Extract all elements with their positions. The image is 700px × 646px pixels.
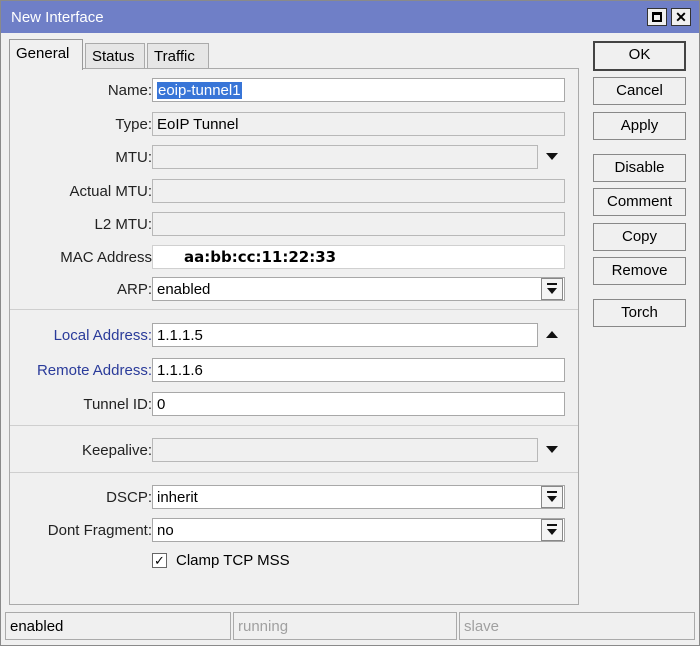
checkmark-icon: ✓ <box>154 553 165 568</box>
type-label: Type: <box>115 116 152 133</box>
remote-address-row: Remote Address: 1.1.1.6 <box>10 358 578 384</box>
dropdown-bar-icon <box>547 491 557 493</box>
apply-button[interactable]: Apply <box>593 112 686 140</box>
actual-mtu-field <box>152 179 565 203</box>
keepalive-expand-icon[interactable] <box>546 446 558 453</box>
section-divider <box>10 425 578 426</box>
torch-button[interactable]: Torch <box>593 299 686 327</box>
chevron-down-icon <box>547 288 557 294</box>
tab-status[interactable]: Status <box>85 43 145 69</box>
name-value: eoip-tunnel1 <box>157 82 242 99</box>
mtu-row: MTU: <box>10 145 578 171</box>
clamp-tcp-mss-label: Clamp TCP MSS <box>176 552 290 569</box>
mac-address-value: aa:bb:cc:11:22:33 <box>184 248 337 266</box>
tunnel-id-input[interactable]: 0 <box>152 392 565 416</box>
type-row: Type: EoIP Tunnel <box>10 112 578 138</box>
general-panel: Name: eoip-tunnel1 Type: EoIP Tunnel MTU… <box>9 68 579 605</box>
name-label: Name: <box>107 82 152 99</box>
comment-button[interactable]: Comment <box>593 188 686 216</box>
chevron-down-icon <box>547 529 557 535</box>
disable-button[interactable]: Disable <box>593 154 686 182</box>
status-bar: enabled running slave <box>5 612 697 642</box>
cancel-button[interactable]: Cancel <box>593 77 686 105</box>
dont-fragment-select[interactable]: no <box>152 518 565 542</box>
maximize-icon <box>652 12 662 22</box>
remote-address-input[interactable]: 1.1.1.6 <box>152 358 565 382</box>
dont-fragment-dropdown-button[interactable] <box>541 519 563 541</box>
section-divider <box>10 309 578 310</box>
title-bar[interactable]: New Interface ✕ <box>1 1 699 33</box>
local-address-input[interactable]: 1.1.1.5 <box>152 323 538 347</box>
dropdown-bar-icon <box>547 524 557 526</box>
status-enabled: enabled <box>5 612 231 640</box>
window-title: New Interface <box>11 9 104 26</box>
name-input[interactable]: eoip-tunnel1 <box>152 78 565 102</box>
name-row: Name: eoip-tunnel1 <box>10 78 578 104</box>
arp-dropdown-button[interactable] <box>541 278 563 300</box>
remove-button[interactable]: Remove <box>593 257 686 285</box>
arp-label: ARP: <box>116 281 152 298</box>
mac-address-row: MAC Address aa:bb:cc:11:22:33 <box>10 245 578 271</box>
section-divider <box>10 472 578 473</box>
keepalive-row: Keepalive: <box>10 438 578 464</box>
maximize-button[interactable] <box>647 8 667 26</box>
local-address-row: Local Address: 1.1.1.5 <box>10 323 578 349</box>
dont-fragment-row: Dont Fragment: no <box>10 518 578 544</box>
new-interface-window: New Interface ✕ General Status Traffic N… <box>0 0 700 646</box>
keepalive-label: Keepalive: <box>81 442 152 459</box>
arp-row: ARP: enabled <box>10 277 578 303</box>
mac-address-label: MAC Address <box>60 249 152 266</box>
keepalive-input[interactable] <box>152 438 538 462</box>
dont-fragment-label: Dont Fragment: <box>47 522 152 539</box>
status-slave: slave <box>459 612 695 640</box>
clamp-tcp-mss-checkbox[interactable]: ✓ <box>152 553 167 568</box>
arp-select[interactable]: enabled <box>152 277 565 301</box>
tab-general[interactable]: General <box>9 39 83 70</box>
local-address-label: Local Address: <box>53 327 152 344</box>
tunnel-id-row: Tunnel ID: 0 <box>10 392 578 418</box>
mtu-label: MTU: <box>115 149 152 166</box>
ok-button[interactable]: OK <box>593 41 686 71</box>
mtu-expand-icon[interactable] <box>546 153 558 160</box>
dscp-row: DSCP: inherit <box>10 485 578 511</box>
l2-mtu-label: L2 MTU: <box>94 216 152 233</box>
tab-traffic[interactable]: Traffic <box>147 43 209 69</box>
tunnel-id-label: Tunnel ID: <box>83 396 152 413</box>
status-running: running <box>233 612 457 640</box>
local-address-collapse-icon[interactable] <box>546 331 558 338</box>
l2-mtu-row: L2 MTU: <box>10 212 578 238</box>
close-icon: ✕ <box>675 9 687 25</box>
copy-button[interactable]: Copy <box>593 223 686 251</box>
remote-address-label: Remote Address: <box>36 362 152 379</box>
mtu-input[interactable] <box>152 145 538 169</box>
type-field: EoIP Tunnel <box>152 112 565 136</box>
dropdown-bar-icon <box>547 283 557 285</box>
chevron-down-icon <box>547 496 557 502</box>
close-button[interactable]: ✕ <box>671 8 691 26</box>
actual-mtu-row: Actual MTU: <box>10 179 578 205</box>
dscp-dropdown-button[interactable] <box>541 486 563 508</box>
actual-mtu-label: Actual MTU: <box>69 183 152 200</box>
l2-mtu-field <box>152 212 565 236</box>
dscp-label: DSCP: <box>106 489 152 506</box>
dscp-select[interactable]: inherit <box>152 485 565 509</box>
